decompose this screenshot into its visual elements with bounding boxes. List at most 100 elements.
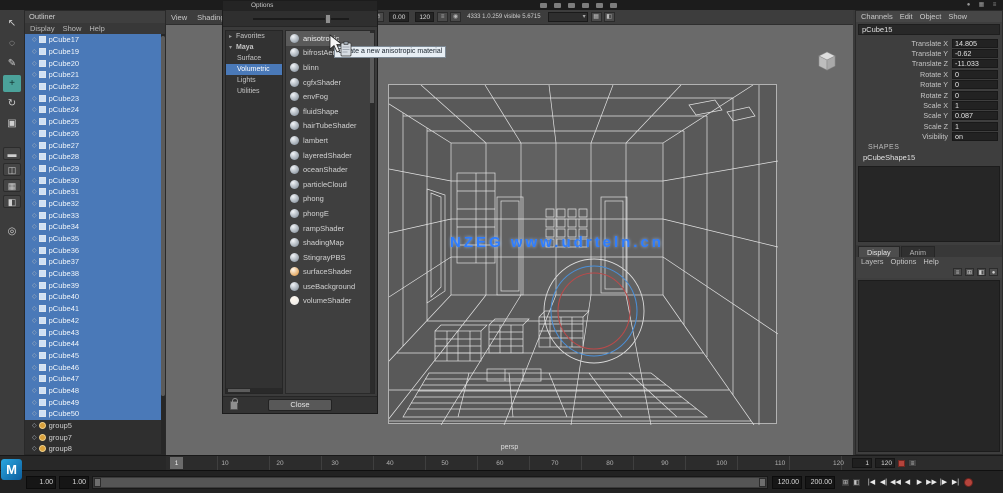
category-item[interactable]: Utilities <box>226 86 282 97</box>
timeline-tick[interactable]: 20 <box>276 460 283 467</box>
scrollbar-thumb[interactable] <box>228 389 250 392</box>
go-to-start-button[interactable]: |◀ <box>866 475 877 490</box>
outliner-item[interactable]: ◇ pCube29 <box>25 162 161 175</box>
category-item[interactable]: ▸ Favorites <box>226 31 282 42</box>
expand-icon[interactable]: ◇ <box>32 352 37 359</box>
outliner-menu-item[interactable]: Show <box>63 23 82 34</box>
expand-icon[interactable]: ◇ <box>32 95 37 102</box>
expand-icon[interactable]: ◇ <box>32 212 37 219</box>
channel-box-menu-item[interactable]: Edit <box>900 11 913 22</box>
expand-icon[interactable]: ◇ <box>32 329 37 336</box>
outliner-item[interactable]: ◇ pCube38 <box>25 267 161 280</box>
material-item[interactable]: phong <box>286 192 374 207</box>
material-item[interactable]: particleCloud <box>286 177 374 192</box>
category-item[interactable]: Lights <box>226 75 282 86</box>
current-frame-field[interactable]: 1 <box>852 458 872 468</box>
expand-icon[interactable]: ◇ <box>32 106 37 113</box>
anim-prefs-icon[interactable]: ◧ <box>852 477 861 487</box>
timeline-tick[interactable]: 70 <box>551 460 558 467</box>
timeline-tick[interactable]: 110 <box>775 460 785 467</box>
material-item[interactable]: cgfxShader <box>286 75 374 90</box>
range-start-field[interactable]: 1.00 <box>26 475 56 489</box>
timeline-tick[interactable]: 40 <box>386 460 393 467</box>
corner-icon[interactable]: ▦ <box>977 1 986 9</box>
tree-hscrollbar[interactable] <box>226 388 282 393</box>
lasso-tool[interactable]: ◌ <box>3 35 21 52</box>
channel-value-field[interactable]: 1 <box>952 121 998 131</box>
layer-editor-icon[interactable]: ⊞ <box>965 268 974 277</box>
material-item[interactable]: oceanShader <box>286 162 374 177</box>
outliner-item[interactable]: ◇ pCube17 <box>25 34 161 46</box>
expand-icon[interactable]: ◇ <box>32 340 37 347</box>
outliner-item[interactable]: ◇ pCube46 <box>25 361 161 373</box>
playback-options-icon[interactable]: ⊞ <box>841 477 850 487</box>
render-icon[interactable] <box>596 2 603 8</box>
range-end-field[interactable]: 120.00 <box>772 475 802 489</box>
channel-value-field[interactable]: 0 <box>952 90 998 100</box>
timeline-tick[interactable]: 80 <box>606 460 613 467</box>
channel-value-field[interactable]: 1 <box>952 101 998 111</box>
layout-two-pane[interactable]: ◫ <box>3 163 21 176</box>
outliner-item[interactable]: ◇ pCube42 <box>25 314 161 327</box>
channel-value-field[interactable]: -11.033 <box>952 59 998 69</box>
outliner-item[interactable]: ◇ pCube40 <box>25 291 161 303</box>
material-item[interactable]: phongE <box>286 206 374 221</box>
layer-tab-anim[interactable]: Anim <box>900 245 935 257</box>
outliner-item[interactable]: ◇ pCube20 <box>25 57 161 70</box>
inputs-area[interactable] <box>858 165 1000 242</box>
channel-box-menu-item[interactable]: Object <box>920 11 942 22</box>
list-vscrollbar[interactable] <box>370 31 374 393</box>
panel-menu-item[interactable]: View <box>171 13 187 22</box>
range-slider-bar[interactable] <box>94 477 766 487</box>
move-tool[interactable]: + <box>3 75 21 92</box>
outliner-item[interactable]: ◇ pCube23 <box>25 92 161 105</box>
expand-icon[interactable]: ◇ <box>32 364 37 371</box>
frames-field[interactable]: 120 <box>415 12 435 22</box>
shape-name[interactable]: pCubeShape15 <box>856 153 1002 163</box>
outliner-item[interactable]: ◇ group8 <box>25 443 161 454</box>
material-item[interactable]: volumeShader <box>286 294 374 309</box>
step-forward-frame-button[interactable]: ▶▶ <box>926 475 937 490</box>
panel-layout-icon[interactable]: ◧ <box>603 12 615 22</box>
rotate-tool[interactable]: ↻ <box>3 95 21 112</box>
category-item[interactable]: Volumetric <box>226 64 282 75</box>
outliner-item[interactable]: ◇ pCube31 <box>25 185 161 198</box>
dialog-titlebar[interactable]: Options <box>223 1 377 11</box>
snap-icon[interactable] <box>568 2 575 8</box>
channel-box-menu-item[interactable]: Channels <box>861 11 893 22</box>
viewport-canvas[interactable] <box>328 84 779 426</box>
material-item[interactable]: rampShader <box>286 221 374 236</box>
expand-icon[interactable]: ◇ <box>32 223 37 230</box>
select-tool[interactable]: ↖ <box>3 15 21 32</box>
expand-icon[interactable]: ◇ <box>32 282 37 289</box>
timeline-tick[interactable]: 10 <box>221 460 228 467</box>
outliner-item[interactable]: ◇ pCube41 <box>25 302 161 315</box>
expand-icon[interactable]: ◇ <box>32 399 37 406</box>
outliner-scrollbar[interactable] <box>161 34 165 454</box>
outliner-item[interactable]: ◇ pCube39 <box>25 279 161 292</box>
expand-icon[interactable]: ◇ <box>32 71 37 78</box>
outliner-item[interactable]: ◇ pCube47 <box>25 372 161 385</box>
step-forward-key-button[interactable]: |▶ <box>938 475 949 490</box>
tree-arrow-icon[interactable]: ▾ <box>229 43 236 53</box>
expand-icon[interactable]: ◇ <box>32 177 37 184</box>
layout-single-pane[interactable]: ▬ <box>3 147 21 160</box>
expand-icon[interactable]: ◇ <box>32 445 37 452</box>
outliner-item[interactable]: ◇ pCube30 <box>25 174 161 186</box>
grid-icon[interactable] <box>554 2 561 8</box>
outliner-item[interactable]: ◇ pCube19 <box>25 45 161 58</box>
expand-icon[interactable]: ◇ <box>32 142 37 149</box>
play-backwards-button[interactable]: ◀ <box>902 475 913 490</box>
outliner-item[interactable]: ◇ pCube25 <box>25 115 161 128</box>
material-item[interactable]: envFog <box>286 89 374 104</box>
channel-box-menu-item[interactable]: Show <box>948 11 967 22</box>
outliner-item[interactable]: ◇ pCube45 <box>25 349 161 362</box>
timeline-tick[interactable]: 50 <box>441 460 448 467</box>
material-item[interactable]: useBackground <box>286 279 374 294</box>
outliner-menu-item[interactable]: Display <box>30 23 55 34</box>
outliner-menu-item[interactable]: Help <box>89 23 104 34</box>
expand-icon[interactable]: ◇ <box>32 36 37 43</box>
object-name-field[interactable]: pCube15 <box>858 24 1000 35</box>
lock-icon[interactable] <box>230 398 238 410</box>
timeline-tick[interactable]: 60 <box>496 460 503 467</box>
